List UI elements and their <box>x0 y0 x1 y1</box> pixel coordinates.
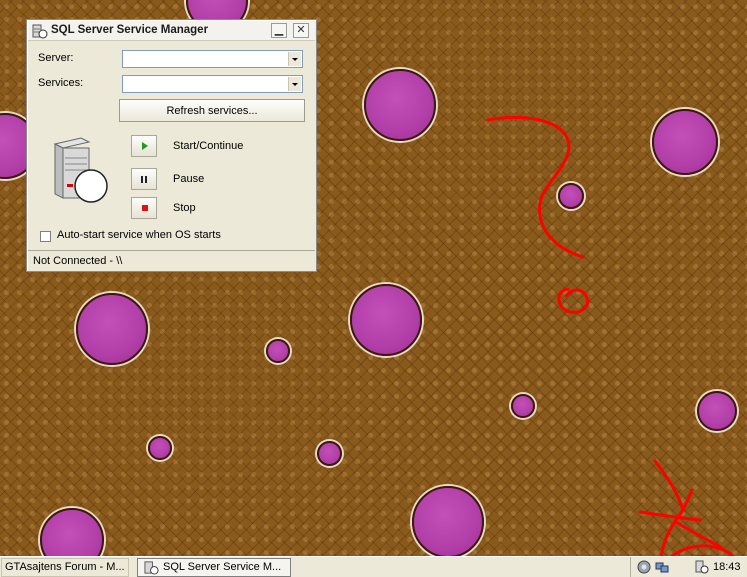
sql-server-service-manager-window[interactable]: SQL Server Service Manager ▁ ✕ Server: S… <box>26 19 317 272</box>
sql-server-manager-icon <box>32 24 48 39</box>
sql-tray-icon[interactable] <box>695 560 709 574</box>
services-combobox[interactable] <box>122 75 303 93</box>
stop-label: Stop <box>173 202 196 214</box>
minimize-button[interactable]: ▁ <box>271 23 287 38</box>
taskbar-item-sql-manager[interactable]: SQL Server Service M... <box>137 558 291 577</box>
desktop-bubble <box>697 391 737 431</box>
start-button[interactable] <box>131 135 157 157</box>
desktop-bubble <box>558 183 584 209</box>
connection-status: Not Connected - \\ <box>33 255 123 267</box>
taskbar-item-label: GTAsajtens Forum - M... <box>5 561 125 573</box>
close-button[interactable]: ✕ <box>293 23 309 38</box>
window-title: SQL Server Service Manager <box>51 24 209 36</box>
desktop-bubble <box>350 284 422 356</box>
desktop-bubble <box>317 441 342 466</box>
chevron-down-icon[interactable] <box>288 52 301 66</box>
server-label: Server: <box>38 52 74 64</box>
desktop-bubble <box>364 69 436 141</box>
speaker-icon[interactable] <box>637 560 651 574</box>
desktop-bubble <box>266 339 290 363</box>
server-combobox[interactable] <box>122 50 303 68</box>
desktop-bubble <box>412 486 484 556</box>
pause-button[interactable] <box>131 168 157 190</box>
desktop-bubble <box>652 109 718 175</box>
system-tray: 18:43 <box>630 557 747 577</box>
network-icon[interactable] <box>655 560 669 574</box>
services-label: Services: <box>38 77 84 89</box>
desktop-bubble <box>511 394 535 418</box>
autostart-checkbox[interactable] <box>40 231 51 242</box>
clock[interactable]: 18:43 <box>713 561 741 573</box>
pause-label: Pause <box>173 173 205 185</box>
refresh-services-button[interactable]: Refresh services... <box>119 99 305 122</box>
start-label: Start/Continue <box>173 140 244 152</box>
taskbar-item-label: SQL Server Service M... <box>163 561 282 573</box>
status-bar: Not Connected - \\ <box>28 250 315 270</box>
autostart-label: Auto-start service when OS starts <box>57 229 221 241</box>
stop-button[interactable] <box>131 197 157 219</box>
server-icon <box>53 137 108 203</box>
stop-icon <box>132 198 156 218</box>
play-icon <box>132 136 156 156</box>
sql-server-manager-icon <box>144 561 159 575</box>
taskbar: GTAsajtens Forum - M... SQL Server Servi… <box>0 556 747 577</box>
chevron-down-icon[interactable] <box>288 77 301 91</box>
taskbar-item-forum[interactable]: GTAsajtens Forum - M... <box>1 558 129 577</box>
title-bar[interactable]: SQL Server Service Manager ▁ ✕ <box>28 21 315 41</box>
desktop-bubble <box>148 436 172 460</box>
pause-icon <box>132 169 156 189</box>
desktop-bubble <box>76 293 148 365</box>
desktop-bubble <box>40 508 104 556</box>
